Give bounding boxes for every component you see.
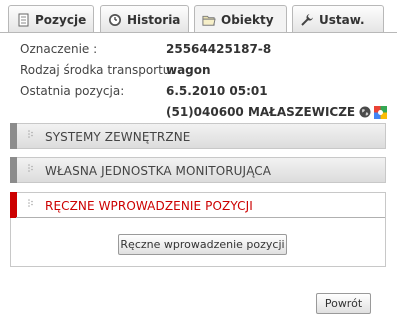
wrench-icon bbox=[300, 13, 314, 27]
grip-icon bbox=[28, 199, 33, 207]
globe-icon[interactable] bbox=[359, 106, 371, 118]
grip-icon bbox=[28, 130, 33, 138]
tab-content: Oznaczenie : 25564425187-8 Rodzaj środka… bbox=[0, 33, 397, 319]
grip-icon bbox=[28, 164, 33, 172]
manual-entry-button[interactable]: Ręczne wprowadzenie pozycji bbox=[118, 234, 287, 255]
location-text: (51)040600 MAŁASZEWICZE bbox=[166, 105, 356, 119]
designation-value: 25564425187-8 bbox=[166, 42, 272, 56]
map-pin-icon[interactable] bbox=[374, 105, 388, 119]
section-manual-position-entry[interactable]: RĘCZNE WPROWADZENIE POZYCJI bbox=[10, 192, 386, 218]
section-title: RĘCZNE WPROWADZENIE POZYCJI bbox=[45, 199, 253, 213]
tab-pozycje[interactable]: Pozycje bbox=[8, 5, 94, 33]
section-title: WŁASNA JEDNOSTKA MONITORUJĄCA bbox=[45, 164, 272, 178]
last-position-location: (51)040600 MAŁASZEWICZE bbox=[166, 105, 388, 119]
section-title: SYSTEMY ZEWNĘTRZNE bbox=[45, 130, 191, 144]
section-bar bbox=[10, 157, 17, 183]
tab-ustawienia[interactable]: Ustaw. bbox=[292, 5, 384, 33]
last-position-date: 6.5.2010 05:01 bbox=[166, 84, 268, 98]
tab-label: Obiekty bbox=[221, 13, 274, 27]
manual-entry-panel: Ręczne wprowadzenie pozycji bbox=[10, 218, 386, 267]
folder-icon bbox=[202, 13, 216, 27]
tab-label: Historia bbox=[127, 12, 181, 27]
tab-obiekty[interactable]: Obiekty bbox=[194, 5, 287, 34]
section-own-monitoring-unit[interactable]: WŁASNA JEDNOSTKA MONITORUJĄCA bbox=[10, 157, 386, 183]
section-bar bbox=[10, 192, 17, 218]
tab-label: Ustaw. bbox=[319, 12, 365, 27]
back-button[interactable]: Powrót bbox=[316, 293, 371, 314]
clock-icon bbox=[108, 13, 122, 27]
tab-label: Pozycje bbox=[35, 12, 87, 27]
tab-historia[interactable]: Historia bbox=[100, 5, 189, 33]
designation-label: Oznaczenie : bbox=[20, 42, 98, 56]
transport-type-label: Rodzaj środka transportu: bbox=[20, 63, 175, 77]
last-position-label: Ostatnia pozycja: bbox=[20, 84, 125, 98]
transport-type-value: wagon bbox=[166, 63, 211, 77]
tab-bar: Pozycje Historia Obiekty Ustaw. bbox=[0, 0, 397, 34]
document-icon bbox=[16, 13, 30, 27]
section-external-systems[interactable]: SYSTEMY ZEWNĘTRZNE bbox=[10, 123, 386, 149]
section-bar bbox=[10, 123, 17, 149]
